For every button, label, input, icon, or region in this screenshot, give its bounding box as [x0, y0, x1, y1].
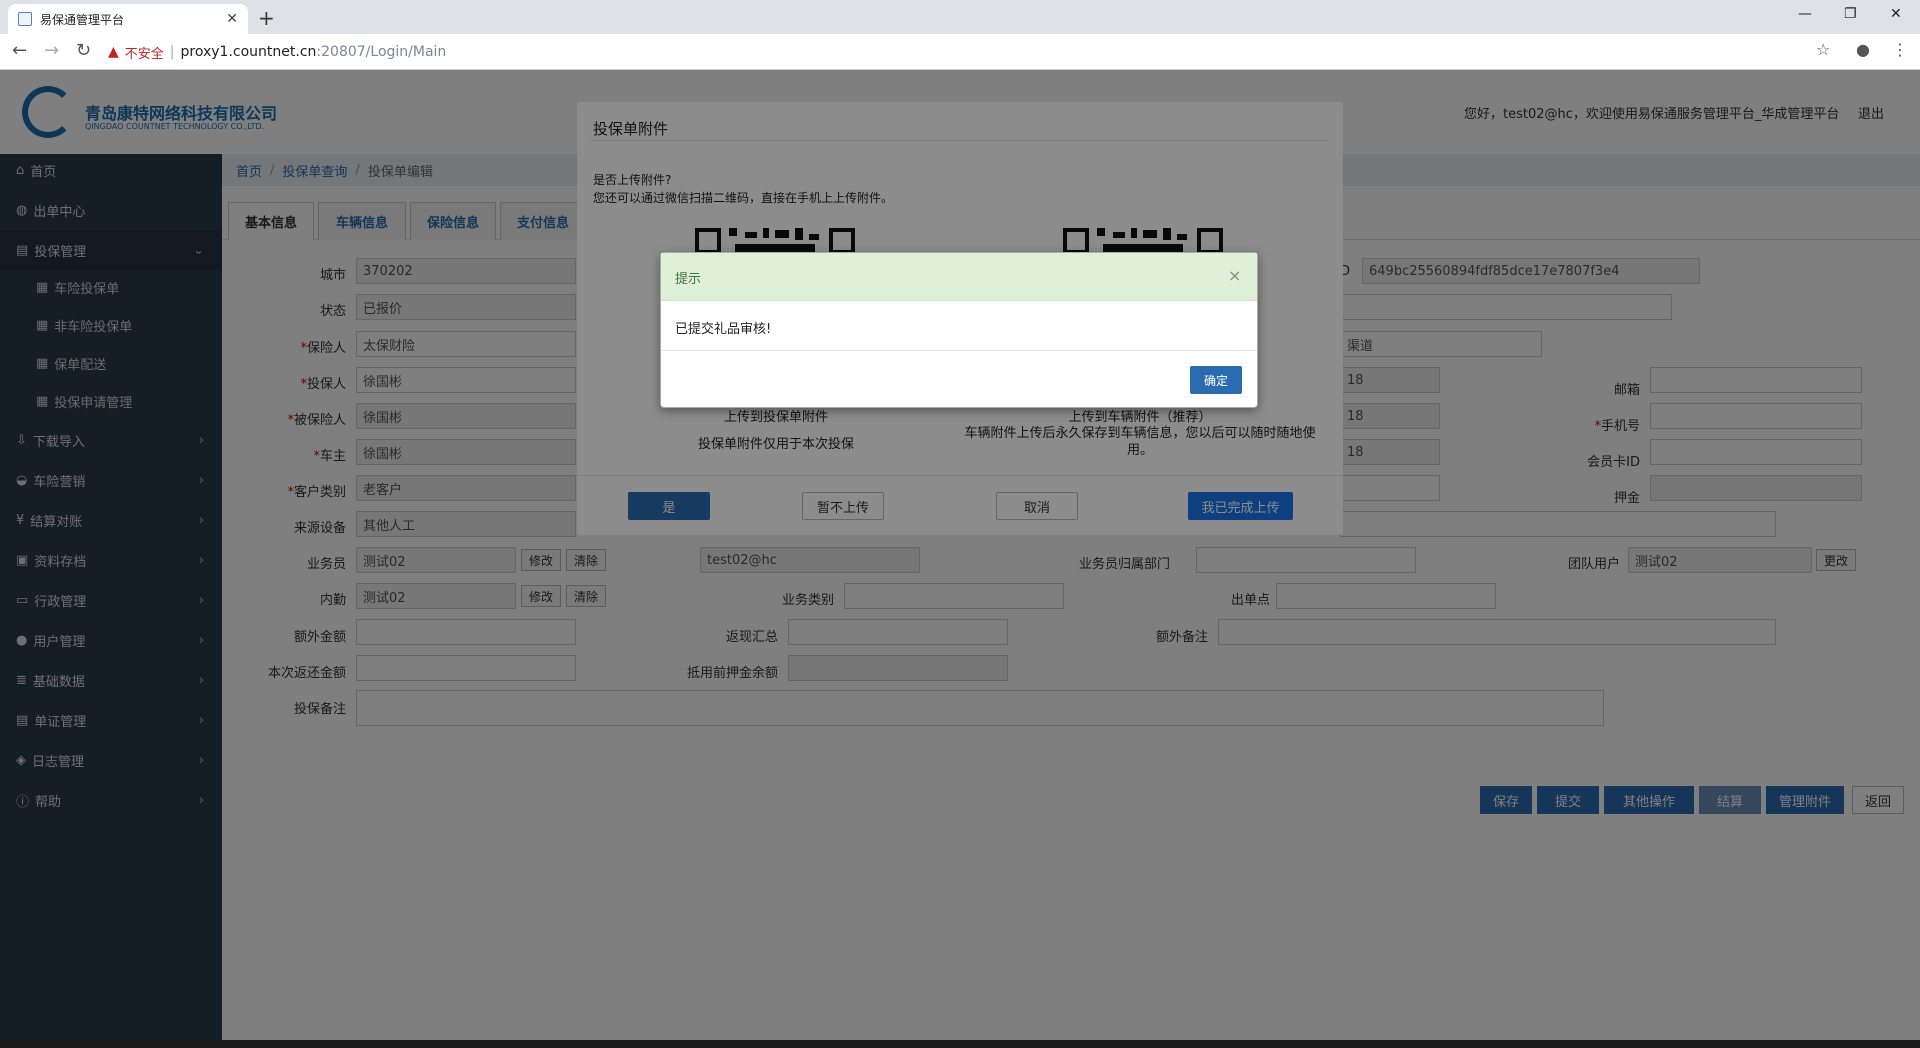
alert-dialog-header — [661, 253, 1257, 301]
forward-icon[interactable]: → — [44, 40, 59, 61]
close-icon[interactable]: × — [1228, 266, 1241, 285]
url-path: :20807/Login/Main — [316, 44, 447, 60]
back-icon[interactable]: ← — [12, 40, 27, 61]
bookmark-star-icon[interactable]: ☆ — [1816, 40, 1830, 59]
taskbar — [0, 1040, 1920, 1048]
tab-title: 易保通管理平台 — [40, 12, 125, 27]
reload-icon[interactable]: ↻ — [76, 40, 91, 61]
restore-icon[interactable]: ❐ — [1844, 6, 1857, 22]
url-separator: | — [169, 44, 175, 60]
not-secure-label: 不安全 — [124, 46, 164, 62]
new-tab-icon[interactable]: + — [258, 6, 275, 30]
minimize-icon[interactable]: — — [1798, 6, 1812, 22]
divider — [661, 350, 1257, 351]
account-icon[interactable]: ● — [1856, 40, 1870, 59]
close-tab-icon[interactable]: ✕ — [226, 11, 238, 27]
confirm-button[interactable]: 确定 — [1190, 366, 1242, 394]
warning-icon: ▲ — [108, 44, 119, 60]
menu-icon[interactable]: ⋮ — [1892, 40, 1908, 59]
alert-message: 已提交礼品审核! — [675, 322, 772, 337]
url-host: proxy1.countnet.cn — [180, 44, 317, 60]
browser-tab[interactable]: 易保通管理平台 ✕ — [8, 4, 248, 34]
page-favicon-icon — [18, 12, 32, 26]
close-window-icon[interactable]: ✕ — [1890, 6, 1902, 22]
address-bar[interactable]: ▲ 不安全 | proxy1.countnet.cn:20807/Login/M… — [108, 40, 1838, 64]
browser-tabstrip — [0, 0, 1920, 34]
alert-dialog-title: 提示 — [675, 272, 702, 287]
